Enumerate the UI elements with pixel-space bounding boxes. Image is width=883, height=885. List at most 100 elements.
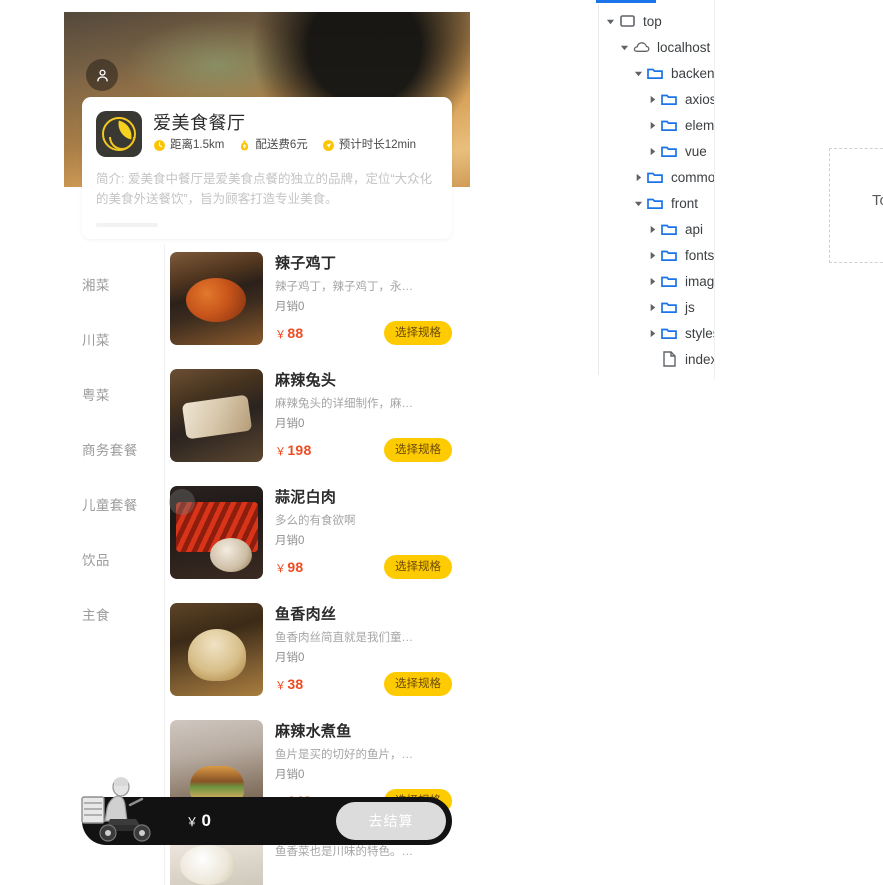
sidebar-item-kids-set[interactable]: 儿童套餐	[64, 476, 164, 531]
dish-photo	[170, 603, 263, 696]
tree-node-label: vue	[685, 143, 707, 159]
dish-photo	[170, 369, 263, 462]
sidebar-item-staple[interactable]: 主食	[64, 586, 164, 641]
tree-node-label: localhost	[657, 39, 711, 55]
dish-desc: 鱼香肉丝简直就是我们童…	[275, 632, 413, 644]
folder-icon	[659, 327, 679, 340]
dish-item[interactable]: 蒜泥白肉 多么的有食欲啊 月销0 ￥98 选择规格	[165, 478, 462, 595]
tree-node-vue[interactable]: vue	[593, 138, 714, 164]
dish-desc: 鱼香菜也是川味的特色。…	[275, 846, 413, 858]
dish-item[interactable]: 鱼香肉丝 鱼香肉丝简直就是我们童… 月销0 ￥38 选择规格	[165, 595, 462, 712]
money-bag-icon	[238, 139, 251, 152]
sidebar-item-business-set[interactable]: 商务套餐	[64, 421, 164, 476]
dish-list: 辣子鸡丁 辣子鸡丁，辣子鸡丁，永… 月销0 ￥88 选择规格 麻辣兔头 麻辣兔头…	[164, 244, 470, 885]
sidebar-item-yuecai[interactable]: 粤菜	[64, 366, 164, 421]
cart-total-value: 0	[201, 811, 212, 830]
currency-symbol: ￥	[275, 679, 287, 692]
screen-root: 爱美食餐厅 距离1.5km 配送费6元 预计时长12min 简介: 爱美食中餐厅…	[0, 0, 883, 885]
placeholder-text: To	[872, 192, 883, 209]
menu-section: 湘菜 川菜 粤菜 商务套餐 儿童套餐 饮品 主食 辣子鸡丁 辣子鸡丁，辣子鸡丁，…	[64, 244, 470, 885]
chevron-right-icon[interactable]	[645, 121, 659, 130]
tree-node-localhost[interactable]: localhost	[593, 34, 714, 60]
tree-node-js[interactable]: js	[593, 294, 714, 320]
tree-node-styles[interactable]: styles	[593, 320, 714, 346]
shop-card-divider	[96, 223, 158, 227]
devtools-sources-panel: top localhost backen axios elem vue comm…	[593, 0, 883, 885]
tree-node-top[interactable]: top	[593, 8, 714, 34]
shop-name: 爱美食餐厅	[153, 113, 246, 133]
currency-symbol: ￥	[275, 328, 287, 341]
file-tree: top localhost backen axios elem vue comm…	[593, 8, 714, 372]
sidebar-item-drinks[interactable]: 饮品	[64, 531, 164, 586]
category-sidebar: 湘菜 川菜 粤菜 商务套餐 儿童套餐 饮品 主食	[64, 244, 164, 885]
panel-split-line	[714, 0, 715, 380]
tree-node-axios[interactable]: axios	[593, 86, 714, 112]
folder-icon	[659, 119, 679, 132]
clock-icon	[153, 139, 166, 152]
tree-node-images[interactable]: images	[593, 268, 714, 294]
shop-meta-row: 距离1.5km 配送费6元 预计时长12min	[153, 139, 416, 152]
chevron-right-icon[interactable]	[645, 277, 659, 286]
meta-delivery-fee-text: 配送费6元	[255, 139, 308, 151]
chevron-down-icon[interactable]	[617, 43, 631, 52]
dish-price: ￥38	[275, 676, 304, 693]
folder-icon	[659, 93, 679, 106]
choose-spec-button[interactable]: 选择规格	[384, 672, 452, 696]
tree-node-label: js	[685, 299, 695, 315]
frame-icon	[617, 15, 637, 27]
chevron-right-icon[interactable]	[645, 225, 659, 234]
sidebar-item-chuancai[interactable]: 川菜	[64, 311, 164, 366]
chevron-right-icon[interactable]	[631, 173, 645, 182]
tree-node-fonts[interactable]: fonts	[593, 242, 714, 268]
tree-node-label: top	[643, 13, 662, 29]
sidebar-item-xiangcai[interactable]: 湘菜	[64, 256, 164, 311]
choose-spec-button[interactable]: 选择规格	[384, 438, 452, 462]
checkout-button[interactable]: 去结算	[336, 802, 446, 840]
chevron-right-icon[interactable]	[645, 303, 659, 312]
tree-node-label: index.html	[685, 351, 714, 367]
mobile-preview-viewport: 爱美食餐厅 距离1.5km 配送费6元 预计时长12min 简介: 爱美食中餐厅…	[64, 12, 470, 885]
chevron-right-icon[interactable]	[645, 95, 659, 104]
choose-spec-button[interactable]: 选择规格	[384, 555, 452, 579]
chevron-down-icon[interactable]	[603, 17, 617, 26]
dish-desc: 鱼片是买的切好的鱼片，…	[275, 749, 413, 761]
folder-icon	[659, 223, 679, 236]
chevron-down-icon[interactable]	[631, 199, 645, 208]
cloud-icon	[631, 41, 651, 53]
currency-symbol: ￥	[275, 562, 287, 575]
folder-icon	[645, 67, 665, 80]
chevron-right-icon[interactable]	[645, 329, 659, 338]
dish-price-value: 88	[287, 324, 304, 341]
folder-icon	[659, 249, 679, 262]
tree-node-common[interactable]: common	[593, 164, 714, 190]
meta-delivery-fee: 配送费6元	[238, 139, 308, 152]
chevron-down-icon[interactable]	[631, 69, 645, 78]
tree-node-label: axios	[685, 91, 714, 107]
chevron-right-icon[interactable]	[645, 147, 659, 156]
dish-item[interactable]: 麻辣兔头 麻辣兔头的详细制作，麻… 月销0 ￥198 选择规格	[165, 361, 462, 478]
dish-price-value: 38	[287, 675, 304, 692]
dish-name: 辣子鸡丁	[275, 255, 337, 272]
empty-placeholder-box: To	[829, 148, 883, 263]
dish-name: 蒜泥白肉	[275, 489, 337, 506]
dish-desc: 多么的有食欲啊	[275, 515, 356, 527]
cart-bar: ￥ 0 去结算	[81, 777, 452, 845]
user-avatar-button[interactable]	[86, 59, 118, 91]
tree-node-front[interactable]: front	[593, 190, 714, 216]
tree-node-backend[interactable]: backend	[593, 60, 714, 86]
dish-sales: 月销0	[275, 301, 305, 313]
dish-item[interactable]: 辣子鸡丁 辣子鸡丁，辣子鸡丁，永… 月销0 ￥88 选择规格	[165, 244, 462, 361]
dish-desc: 辣子鸡丁，辣子鸡丁，永…	[275, 281, 413, 293]
tree-node-element-ui[interactable]: element-ui	[593, 112, 714, 138]
choose-spec-button[interactable]: 选择规格	[384, 321, 452, 345]
tree-node-label: fonts	[685, 247, 714, 263]
chevron-right-icon[interactable]	[645, 251, 659, 260]
tree-node-index-html[interactable]: index.html	[593, 346, 714, 372]
dish-price: ￥198	[275, 442, 312, 459]
shop-description: 简介: 爱美食中餐厅是爱美食点餐的独立的品牌，定位“大众化的美食外送餐饮”，旨为…	[96, 172, 433, 206]
meta-eta: 预计时长12min	[322, 139, 416, 152]
tree-node-api[interactable]: api	[593, 216, 714, 242]
user-icon	[94, 67, 111, 84]
dish-name: 麻辣兔头	[275, 372, 337, 389]
tree-node-label: element-ui	[685, 117, 714, 133]
